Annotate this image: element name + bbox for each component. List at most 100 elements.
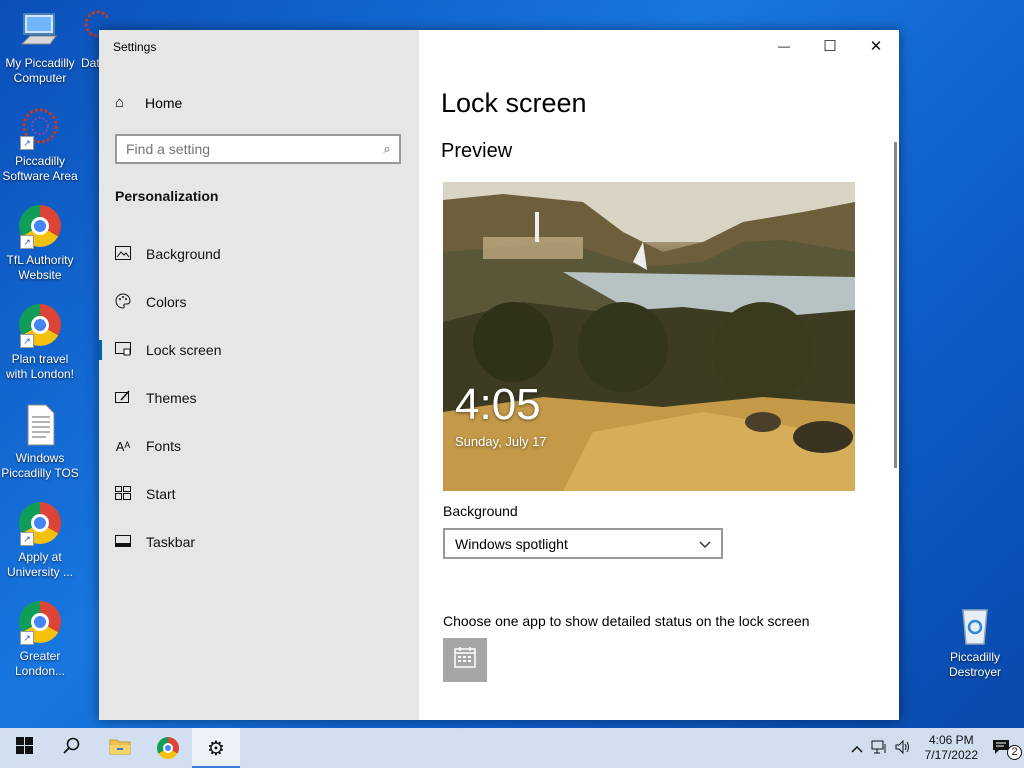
detailed-status-label: Choose one app to show detailed status o…: [443, 613, 810, 629]
folder-icon: [109, 737, 131, 760]
sidebar-item-colors[interactable]: Colors: [99, 278, 419, 326]
search-input[interactable]: [117, 140, 375, 158]
desktop-icon-plan-travel[interactable]: ↗ Plan travel with London!: [0, 304, 80, 382]
font-icon: Aᴬ: [115, 438, 131, 454]
system-tray: 4:06 PM 7/17/2022 2: [847, 728, 1024, 768]
sidebar-item-themes[interactable]: Themes: [99, 374, 419, 422]
desktop-icon-recycle-bin[interactable]: Piccadilly Destroyer: [935, 602, 1015, 680]
app-icon: ↗: [18, 106, 62, 150]
chevron-up-icon[interactable]: [847, 740, 867, 756]
start-button[interactable]: [0, 728, 48, 768]
start-grid-icon: [115, 485, 131, 503]
desktop-icon-label: Apply at University ...: [6, 550, 73, 579]
sidebar-item-label: Fonts: [146, 438, 182, 454]
taskbar-icon: [115, 534, 131, 550]
sidebar-item-start[interactable]: Start: [99, 470, 419, 518]
document-icon: [18, 403, 62, 447]
computer-icon: [18, 8, 62, 52]
settings-window: Settings ⌂ Home ⌕ Personalization Backgr…: [99, 30, 899, 720]
detailed-status-app-button[interactable]: [443, 638, 487, 682]
search-icon[interactable]: ⌕: [375, 141, 399, 157]
settings-button[interactable]: ⚙: [192, 728, 240, 768]
content-scrollbar[interactable]: [894, 142, 897, 468]
chevron-down-icon: [699, 536, 711, 552]
minimize-button[interactable]: —: [761, 30, 807, 62]
taskbar-date: 7/17/2022: [924, 748, 978, 762]
taskbar-clock[interactable]: 4:06 PM 7/17/2022: [915, 733, 988, 763]
calendar-icon: [454, 646, 476, 674]
file-explorer-button[interactable]: [96, 728, 144, 768]
lock-screen-preview: 4:05 Sunday, July 17: [443, 182, 855, 491]
lock-screen-icon: [115, 341, 131, 359]
nav-home[interactable]: ⌂ Home: [115, 94, 182, 111]
home-icon: ⌂: [115, 94, 125, 111]
close-button[interactable]: ✕: [853, 30, 899, 62]
shortcut-arrow-icon: ↗: [20, 136, 34, 150]
maximize-button[interactable]: ☐: [807, 30, 853, 62]
picture-icon: [115, 245, 131, 263]
sidebar-item-label: Background: [146, 246, 221, 262]
chrome-icon: [157, 737, 179, 759]
search-icon: [63, 737, 81, 760]
sidebar-item-lock-screen[interactable]: Lock screen: [99, 326, 419, 374]
page-title: Lock screen: [441, 88, 587, 118]
sidebar-item-label: Taskbar: [146, 534, 196, 550]
desktop-icon-label: Piccadilly Destroyer: [948, 650, 1001, 679]
desktop-icon-software-area[interactable]: ↗ Piccadilly Software Area: [0, 106, 80, 184]
preview-clock: 4:05: [455, 380, 541, 429]
shortcut-arrow-icon: ↗: [20, 235, 34, 249]
background-dropdown[interactable]: Windows spotlight: [443, 528, 723, 559]
palette-icon: [115, 292, 131, 312]
chrome-icon: ↗: [18, 205, 62, 249]
sidebar-item-label: Lock screen: [146, 342, 222, 358]
desktop-icon-label: My Piccadilly Computer: [5, 56, 75, 85]
sidebar-item-label: Themes: [146, 390, 197, 406]
recycle-bin-icon: [953, 602, 997, 646]
find-setting-search: ⌕: [115, 134, 401, 164]
shortcut-arrow-icon: ↗: [20, 532, 34, 546]
chrome-icon: ↗: [18, 502, 62, 546]
chrome-icon: ↗: [18, 304, 62, 348]
shortcut-arrow-icon: ↗: [20, 334, 34, 348]
close-icon: ✕: [869, 38, 883, 55]
background-label: Background: [443, 503, 518, 519]
settings-sidebar: Settings ⌂ Home ⌕ Personalization Backgr…: [99, 30, 419, 720]
search-button[interactable]: [48, 728, 96, 768]
window-title: Settings: [113, 40, 157, 54]
section-title: Personalization: [115, 188, 219, 204]
taskbar-time: 4:06 PM: [928, 733, 974, 747]
desktop-icon-greater-london[interactable]: ↗ Greater London...: [0, 601, 80, 679]
desktop-icon-tfl-authority[interactable]: ↗ TfL Authority Website: [0, 205, 80, 283]
desktop-icon-label: Greater London...: [14, 649, 66, 678]
shortcut-arrow-icon: ↗: [20, 631, 34, 645]
network-icon[interactable]: [867, 740, 891, 757]
desktop-icon-apply-university[interactable]: ↗ Apply at University ...: [0, 502, 80, 580]
gear-icon: ⚙: [207, 737, 225, 760]
notification-center-button[interactable]: 2: [988, 739, 1024, 760]
preview-heading: Preview: [441, 140, 513, 162]
settings-content: — ☐ ✕ Lock screen Preview 4:05 Sunday, J…: [419, 30, 899, 720]
maximize-icon: ☐: [823, 38, 837, 55]
desktop-icon-label: TfL Authority Website: [6, 253, 74, 282]
preview-date: Sunday, July 17: [455, 434, 547, 449]
brush-icon: [115, 390, 131, 407]
windows-icon: [15, 737, 33, 759]
taskbar: ⚙ 4:06 PM 7/17/2022 2: [0, 728, 1024, 768]
chrome-icon: ↗: [18, 601, 62, 645]
sidebar-item-fonts[interactable]: Aᴬ Fonts: [99, 422, 419, 470]
background-dropdown-value: Windows spotlight: [455, 535, 568, 552]
sidebar-item-label: Colors: [146, 294, 187, 310]
desktop-icon-label: Plan travel with London!: [5, 352, 75, 381]
desktop-icon-label: Windows Piccadilly TOS: [1, 451, 79, 480]
sidebar-item-background[interactable]: Background: [99, 230, 419, 278]
window-controls: — ☐ ✕: [761, 30, 899, 62]
desktop-icon-piccadilly-tos[interactable]: Windows Piccadilly TOS: [0, 403, 80, 481]
desktop-icon-my-computer[interactable]: My Piccadilly Computer: [0, 8, 80, 86]
volume-icon[interactable]: [891, 739, 915, 757]
sidebar-item-taskbar[interactable]: Taskbar: [99, 518, 419, 566]
sidebar-item-label: Start: [146, 486, 176, 502]
desktop-icon-label: Piccadilly Software Area: [2, 154, 78, 183]
chrome-button[interactable]: [144, 728, 192, 768]
personalization-nav: Background Colors Lock screen Themes Aᴬ …: [99, 230, 419, 566]
nav-home-label: Home: [145, 94, 183, 111]
